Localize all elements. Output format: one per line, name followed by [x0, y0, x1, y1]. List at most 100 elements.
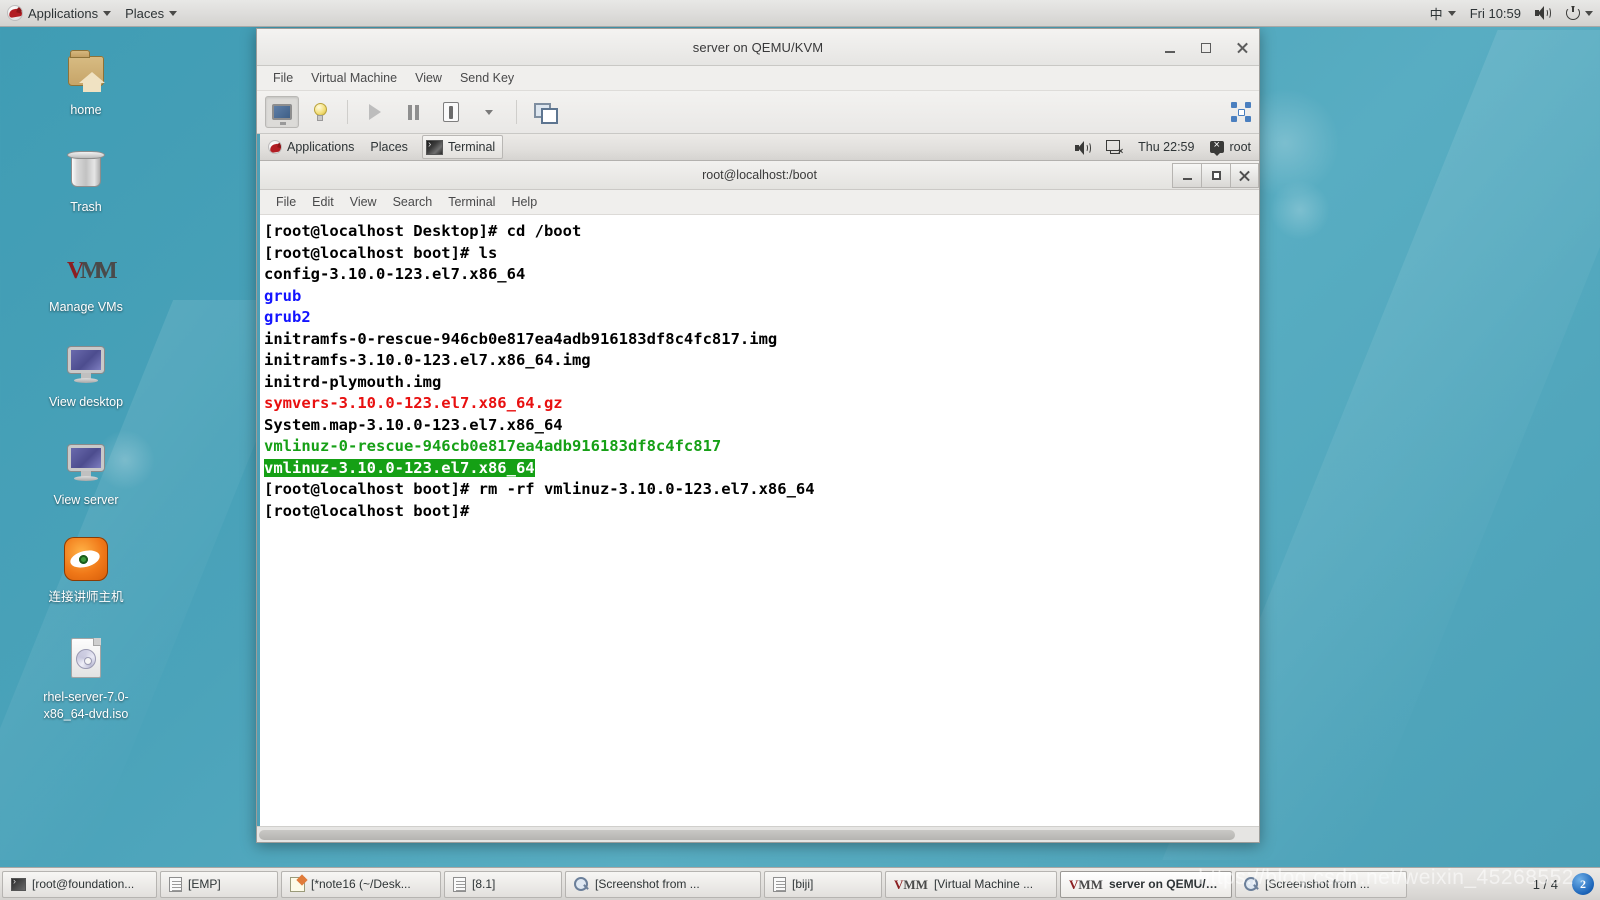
taskbar-item-label: [Screenshot from ... — [595, 877, 700, 891]
guest-volume-indicator[interactable] — [1067, 134, 1098, 160]
host-places-menu[interactable]: Places — [118, 0, 184, 26]
terminal-output[interactable]: [root@localhost Desktop]# cd /boot [root@… — [260, 215, 1259, 826]
taskbar-item[interactable]: [8.1] — [444, 870, 562, 898]
guest-applications-menu[interactable]: Applications — [260, 134, 362, 160]
virt-manager-icon: VMM — [1069, 876, 1103, 892]
terminal-text: initrd-plymouth.img — [264, 372, 442, 391]
terminal-line: [root@localhost Desktop]# cd /boot — [264, 221, 1259, 243]
terminal-text: System.map-3.10.0-123.el7.x86_64 — [264, 415, 563, 434]
terminal-menu-file[interactable]: File — [268, 192, 304, 212]
guest-places-label: Places — [370, 140, 408, 154]
terminal-line: symvers-3.10.0-123.el7.x86_64.gz — [264, 393, 1259, 415]
guest-taskbar-item-terminal[interactable]: Terminal — [421, 135, 504, 159]
monitor-icon — [62, 340, 110, 388]
terminal-text: initramfs-3.10.0-123.el7.x86_64.img — [264, 351, 591, 369]
vm-titlebar[interactable]: server on QEMU/KVM — [257, 29, 1259, 66]
console-view-button[interactable] — [265, 96, 299, 128]
taskbar-item[interactable]: [Screenshot from ... — [565, 870, 761, 898]
guest-user-menu[interactable]: root — [1202, 134, 1259, 160]
taskbar-item[interactable]: VMM server on QEMU/K... — [1060, 870, 1232, 898]
taskbar-item[interactable]: [biji] — [764, 870, 882, 898]
vm-menu-view[interactable]: View — [407, 68, 450, 88]
vm-minimize-button[interactable] — [1159, 37, 1181, 59]
snapshots-button[interactable] — [527, 96, 561, 128]
host-system-menu[interactable] — [1559, 0, 1600, 26]
guest-clock[interactable]: Thu 22:59 — [1130, 134, 1202, 160]
taskbar-item[interactable]: VMM [Virtual Machine ... — [885, 870, 1057, 898]
pause-button[interactable] — [396, 96, 430, 128]
power-switch-icon — [443, 102, 459, 122]
desktop-icon-rhel-iso[interactable]: rhel-server-7.0-x86_64-dvd.iso — [22, 635, 150, 723]
taskbar-item[interactable]: [root@foundation... — [2, 870, 157, 898]
user-icon — [1210, 138, 1225, 156]
taskbar-item-label: [8.1] — [472, 877, 496, 891]
terminal-titlebar[interactable]: root@localhost:/boot — [260, 161, 1259, 190]
vm-maximize-button[interactable] — [1195, 37, 1217, 59]
terminal-text: vmlinuz-0-rescue-946cb0e817ea4adb916183d… — [264, 437, 722, 455]
desktop-icon-instructor-host[interactable]: 连接讲师主机 — [22, 535, 150, 606]
terminal-line: initramfs-0-rescue-946cb0e817ea4adb91618… — [264, 329, 1259, 351]
terminal-line: grub — [264, 286, 1259, 308]
guest-console-viewport[interactable]: Applications Places Terminal × Thu 22:59 — [257, 134, 1259, 826]
terminal-menu-view[interactable]: View — [342, 192, 385, 212]
vm-window-controls — [1159, 29, 1253, 66]
host-clock[interactable]: Fri 10:59 — [1463, 0, 1528, 26]
vm-scrollbar-thumb[interactable] — [259, 830, 1235, 840]
host-clock-label: Fri 10:59 — [1469, 5, 1521, 21]
desktop-icon-view-server[interactable]: View server — [22, 438, 150, 509]
desktop-icon-label: home — [70, 103, 102, 117]
guest-network-indicator[interactable]: × — [1098, 134, 1130, 160]
vm-menu-send-key[interactable]: Send Key — [452, 68, 522, 88]
terminal-minimize-button[interactable] — [1172, 163, 1201, 188]
terminal-text: initramfs-0-rescue-946cb0e817ea4adb91618… — [264, 329, 778, 348]
play-icon — [369, 104, 381, 120]
chevron-down-icon — [1447, 10, 1456, 16]
run-button[interactable] — [358, 96, 392, 128]
terminal-close-button[interactable] — [1230, 163, 1259, 188]
vm-menu-file[interactable]: File — [265, 68, 301, 88]
terminal-text: [root@localhost boot]# rm -rf vmlinuz-3.… — [264, 480, 815, 498]
virt-manager-icon: VMM — [894, 876, 928, 892]
taskbar-item-label: server on QEMU/K... — [1108, 877, 1223, 891]
host-top-panel: Applications Places 中 Fri 10:59 — [0, 0, 1600, 27]
host-volume-indicator[interactable] — [1528, 0, 1559, 26]
lightbulb-icon — [313, 103, 327, 121]
host-taskbar: [root@foundation... [EMP] [*note16 (~/Desk… — [0, 867, 1600, 900]
shutdown-button[interactable] — [434, 96, 468, 128]
taskbar-item-label: [biji] — [792, 877, 814, 891]
terminal-line: grub2 — [264, 307, 1259, 329]
terminal-maximize-button[interactable] — [1201, 163, 1230, 188]
search-icon — [1244, 876, 1259, 892]
speaker-muted-icon — [1535, 6, 1552, 20]
desktop-icon-home[interactable]: home — [22, 48, 150, 119]
taskbar-item[interactable]: [EMP] — [160, 870, 278, 898]
terminal-text: config-3.10.0-123.el7.x86_64 — [264, 265, 526, 283]
terminal-text: [root@localhost Desktop]# cd /boot — [264, 222, 582, 240]
taskbar-item[interactable]: [Screenshot from ... — [1235, 870, 1407, 898]
vm-menu-virtual-machine[interactable]: Virtual Machine — [303, 68, 405, 88]
details-view-button[interactable] — [303, 96, 337, 128]
vm-horizontal-scrollbar[interactable] — [257, 826, 1259, 842]
terminal-menu-help[interactable]: Help — [503, 192, 545, 212]
pause-icon — [407, 104, 419, 120]
terminal-menu-edit[interactable]: Edit — [304, 192, 342, 212]
desktop-icon-trash[interactable]: Trash — [22, 145, 150, 216]
guest-places-menu[interactable]: Places — [362, 134, 416, 160]
wallpaper-glow-2 — [1270, 180, 1330, 240]
host-applications-menu[interactable]: Applications — [0, 0, 118, 26]
notification-badge[interactable]: 2 — [1572, 873, 1594, 895]
taskbar-item[interactable]: [*note16 (~/Desk... — [281, 870, 441, 898]
host-input-method-indicator[interactable]: 中 — [1423, 0, 1463, 26]
terminal-text: symvers-3.10.0-123.el7.x86_64.gz — [264, 394, 563, 412]
terminal-menu-search[interactable]: Search — [385, 192, 441, 212]
terminal-menu-terminal[interactable]: Terminal — [440, 192, 503, 212]
shutdown-menu-button[interactable] — [472, 96, 506, 128]
workspace-pager[interactable]: 1 / 4 2 — [1527, 873, 1598, 895]
desktop-icon-view-desktop[interactable]: View desktop — [22, 340, 150, 411]
firefox-icon — [62, 535, 110, 583]
document-icon — [773, 876, 786, 892]
vm-close-button[interactable] — [1231, 37, 1253, 59]
desktop-icon-manage-vms[interactable]: V M M Manage VMs — [22, 245, 150, 316]
host-applications-label: Applications — [28, 5, 99, 21]
fullscreen-button[interactable] — [1231, 102, 1251, 122]
